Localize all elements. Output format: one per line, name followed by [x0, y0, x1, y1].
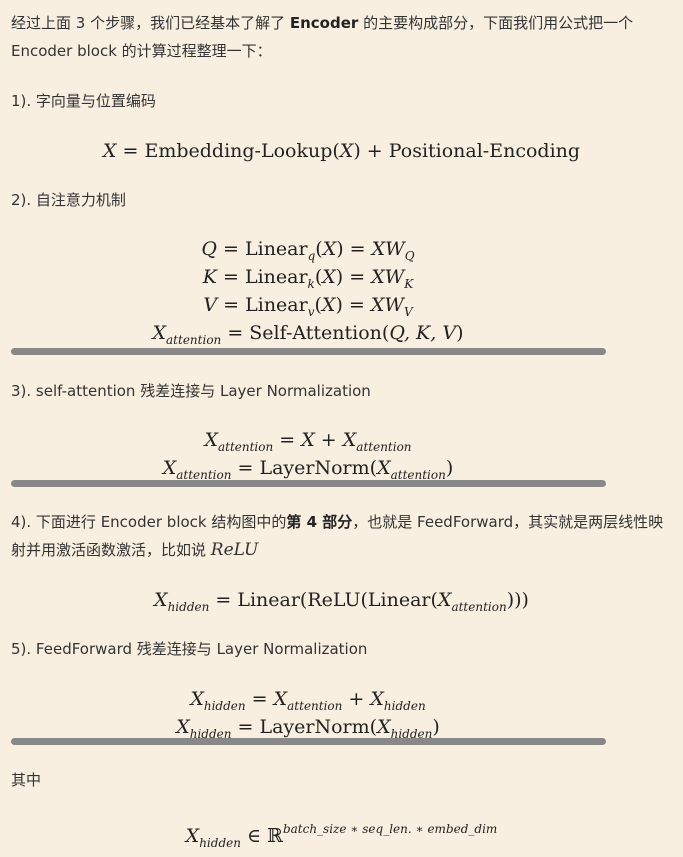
equation-scrollbar-2[interactable]	[11, 480, 606, 487]
intro-text-1: 经过上面 3 个步骤，我们已经基本了解了	[11, 14, 290, 32]
equation-v-line: V = Linearv(X) = XWV	[203, 294, 413, 319]
section-heading-3: 3). self-attention 残差连接与 Layer Normaliza…	[11, 382, 371, 400]
equation-hidden-residual-line: Xhidden = Xattention + Xhidden	[190, 688, 426, 713]
equation-k-line: K = Lineark(X) = XWK	[202, 266, 414, 291]
inline-math-relu: ReLU	[210, 540, 259, 560]
section-heading-6: 其中	[11, 771, 42, 789]
equation-layernorm-line: Xattention = LayerNorm(Xattention)	[162, 457, 454, 482]
intro-bold-encoder: Encoder	[289, 14, 359, 32]
equation-scrollbar-1[interactable]	[11, 348, 606, 355]
section-heading-4: 4). 下面进行 Encoder block 结构图中的第 4 部分，也就是 F…	[11, 513, 664, 560]
equation-residual-line: Xattention = X + Xattention	[204, 429, 412, 454]
section-heading-1: 1). 字向量与位置编码	[11, 92, 156, 110]
equation-feedforward: Xhidden = Linear(ReLU(Linear(Xattention)…	[154, 589, 529, 614]
equation-attention-line: Xattention = Self-Attention(Q, K, V)	[152, 322, 464, 347]
intro-paragraph: 经过上面 3 个步骤，我们已经基本了解了 Encoder 的主要构成部分，下面我…	[11, 9, 676, 65]
equation-embedding: X = Embedding-Lookup(X) + Positional-Enc…	[102, 140, 581, 162]
equation-hidden-layernorm-line: Xhidden = LayerNorm(Xhidden)	[176, 716, 440, 741]
equation-self-attention[interactable]: Q = Linearq(X) = XWQ K = Lineark(X) = XW…	[0, 235, 616, 347]
section-heading-5: 5). FeedForward 残差连接与 Layer Normalizatio…	[11, 640, 368, 658]
equation-hidden-shape: Xhidden ∈ ℝbatch_size ∗ seq_len. ∗ embed…	[185, 822, 498, 850]
equation-residual-attention[interactable]: Xattention = X + Xattention Xattention =…	[0, 426, 616, 482]
equation-q-line: Q = Linearq(X) = XWQ	[201, 238, 415, 263]
equation-residual-hidden[interactable]: Xhidden = Xattention + Xhidden Xhidden =…	[0, 685, 616, 741]
section-heading-2: 2). 自注意力机制	[11, 191, 126, 209]
equation-scrollbar-3[interactable]	[11, 738, 606, 745]
